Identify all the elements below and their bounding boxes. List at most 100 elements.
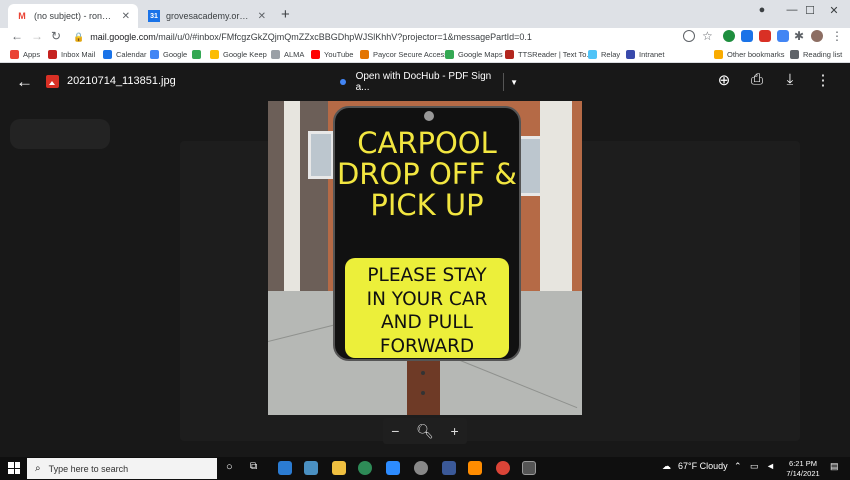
dochub-icon[interactable] bbox=[777, 30, 789, 42]
browser-tab-strip: M (no subject) - roneyc@grovesacad ✕ 31 … bbox=[0, 0, 850, 28]
divider bbox=[503, 73, 505, 91]
vlc-icon[interactable] bbox=[468, 461, 482, 475]
bookmark-label: Other bookmarks bbox=[727, 50, 785, 59]
image-file-icon bbox=[46, 75, 59, 88]
sign-line: AND PULL bbox=[381, 312, 473, 333]
close-tab-icon[interactable]: ✕ bbox=[258, 11, 266, 22]
bookmark-item[interactable]: Google Maps bbox=[445, 48, 503, 61]
bookmark-label: Paycor Secure Access bbox=[373, 50, 449, 59]
extensions-puzzle-icon[interactable]: ✱ bbox=[794, 29, 804, 43]
bookmark-item[interactable]: Calendar bbox=[103, 48, 146, 61]
notification-icon[interactable]: ▤ bbox=[830, 461, 839, 472]
chrome-icon[interactable] bbox=[496, 461, 510, 475]
zoom-icon[interactable]: 🔍︎ bbox=[416, 423, 434, 440]
weather-text[interactable]: 67°F Cloudy bbox=[678, 461, 728, 471]
sign-line: FORWARD bbox=[379, 335, 475, 357]
bookmark-label: Intranet bbox=[639, 50, 665, 59]
file-explorer-icon[interactable] bbox=[332, 461, 346, 475]
bookmark-label: Reading list bbox=[803, 50, 843, 59]
bookmark-item[interactable]: Other bookmarks bbox=[714, 48, 785, 61]
bookmark-icon bbox=[271, 50, 280, 59]
bookmark-star-icon[interactable]: ☆ bbox=[702, 29, 713, 43]
bookmark-label: Google Maps bbox=[458, 50, 503, 59]
grammarly-icon[interactable] bbox=[723, 30, 735, 42]
volume-icon[interactable]: ◄ bbox=[766, 461, 775, 471]
chevron-down-icon[interactable]: ▼ bbox=[510, 78, 518, 87]
address-bar[interactable]: 🔒 mail.google.com /mail/u/0/#inbox/FMfcg… bbox=[73, 29, 693, 45]
extension-icon[interactable] bbox=[759, 30, 771, 42]
lock-icon: 🔒 bbox=[73, 31, 85, 42]
sign-upper-text: CARPOOL DROP OFF & PICK UP bbox=[335, 128, 519, 221]
screencastify-icon[interactable] bbox=[741, 30, 753, 42]
bookmark-item[interactable]: YouTube bbox=[311, 48, 353, 61]
add-to-drive-icon[interactable]: ⊕ bbox=[713, 71, 735, 89]
chevron-up-icon[interactable]: ⌃ bbox=[734, 461, 742, 472]
bookmark-item[interactable]: Reading list bbox=[790, 48, 842, 61]
taskbar-search-input[interactable]: ⌕ Type here to search bbox=[27, 458, 217, 479]
profile-avatar[interactable] bbox=[811, 30, 823, 42]
dochub-icon bbox=[340, 79, 346, 85]
sign-line: CARPOOL bbox=[357, 126, 497, 160]
file-name: 20210714_113851.jpg bbox=[67, 75, 176, 87]
cortana-icon[interactable]: ○ bbox=[226, 461, 233, 473]
app-icon[interactable] bbox=[414, 461, 428, 475]
task-view-icon[interactable]: ⧉ bbox=[250, 461, 257, 472]
chrome-active-icon[interactable] bbox=[522, 461, 536, 475]
bookmark-label: Calendar bbox=[116, 50, 147, 59]
zoom-out-button[interactable]: − bbox=[391, 423, 399, 439]
taskbar-clock[interactable]: 6:21 PM 7/14/2021 bbox=[780, 459, 826, 479]
tab-label: (no subject) - roneyc@grovesacad bbox=[34, 11, 114, 21]
bookmark-item[interactable]: Apps bbox=[10, 48, 40, 61]
tab-gmail[interactable]: M (no subject) - roneyc@grovesacad ✕ bbox=[8, 4, 138, 28]
search-icon[interactable] bbox=[683, 30, 695, 42]
chrome-menu-icon[interactable]: ⋮ bbox=[831, 29, 843, 43]
photo-carpool-sign: CARPOOL DROP OFF & PICK UP PLEASE STAY I… bbox=[268, 101, 582, 415]
post-bolt bbox=[421, 371, 425, 375]
open-with-label: Open with DocHub - PDF Sign a... bbox=[355, 71, 492, 93]
sign-yellow-panel: PLEASE STAY IN YOUR CAR AND PULL FORWARD bbox=[345, 258, 509, 358]
bookmark-item[interactable]: Relay bbox=[588, 48, 620, 61]
bookmark-item[interactable]: Inbox Mail bbox=[48, 48, 95, 61]
bookmark-item[interactable]: Google bbox=[150, 48, 187, 61]
bookmark-icon bbox=[48, 50, 57, 59]
bookmark-label: Inbox Mail bbox=[61, 50, 96, 59]
building-window bbox=[308, 131, 334, 179]
image-viewer-toolbar: ← 20210714_113851.jpg Open with DocHub -… bbox=[0, 63, 850, 101]
windows-start-icon[interactable] bbox=[8, 462, 20, 474]
bookmark-item[interactable]: TTSReader | Text To... bbox=[505, 48, 593, 61]
more-icon[interactable]: ⋮ bbox=[812, 71, 834, 89]
zoom-in-button[interactable]: + bbox=[450, 423, 458, 439]
carpool-sign: CARPOOL DROP OFF & PICK UP PLEASE STAY I… bbox=[333, 106, 521, 361]
app-icon[interactable] bbox=[278, 461, 292, 475]
back-button[interactable]: ← bbox=[11, 29, 23, 43]
open-with-button[interactable]: Open with DocHub - PDF Sign a... ▼ bbox=[330, 70, 518, 94]
bookmark-label: Relay bbox=[601, 50, 621, 59]
close-tab-icon[interactable]: ✕ bbox=[122, 11, 130, 22]
bookmark-label: Google bbox=[163, 50, 188, 59]
forward-button[interactable]: → bbox=[31, 29, 43, 43]
network-icon[interactable]: ▭ bbox=[750, 461, 759, 472]
close-viewer-back-icon[interactable]: ← bbox=[16, 72, 33, 92]
bookmark-item[interactable]: Paycor Secure Access bbox=[360, 48, 448, 61]
bookmark-label: Apps bbox=[23, 50, 41, 59]
bookmark-item[interactable]: Intranet bbox=[626, 48, 664, 61]
new-tab-button[interactable]: + bbox=[281, 6, 290, 23]
sign-lower-text: PLEASE STAY IN YOUR CAR AND PULL FORWARD bbox=[345, 264, 509, 358]
bookmark-icon bbox=[103, 50, 112, 59]
download-icon[interactable]: ⤓ bbox=[779, 71, 801, 88]
tab-calendar[interactable]: 31 grovesacademy.org - Calendar - W ✕ bbox=[140, 4, 274, 28]
app-icon[interactable] bbox=[304, 461, 318, 475]
chrome-profile-icon[interactable]: ● bbox=[748, 4, 776, 16]
app-icon[interactable] bbox=[358, 461, 372, 475]
zoom-app-icon[interactable] bbox=[386, 461, 400, 475]
bookmark-icon bbox=[588, 50, 597, 59]
bookmark-icon bbox=[445, 50, 454, 59]
print-icon[interactable]: ⎙ bbox=[746, 71, 768, 88]
bookmark-icon bbox=[150, 50, 159, 59]
bookmark-item[interactable] bbox=[192, 48, 205, 61]
bookmark-item[interactable]: Google Keep bbox=[210, 48, 267, 61]
bookmark-item[interactable]: ALMA bbox=[271, 48, 304, 61]
close-window-button[interactable]: ✕ bbox=[820, 4, 848, 17]
reload-button[interactable]: ↻ bbox=[51, 29, 61, 43]
app-icon[interactable] bbox=[442, 461, 456, 475]
